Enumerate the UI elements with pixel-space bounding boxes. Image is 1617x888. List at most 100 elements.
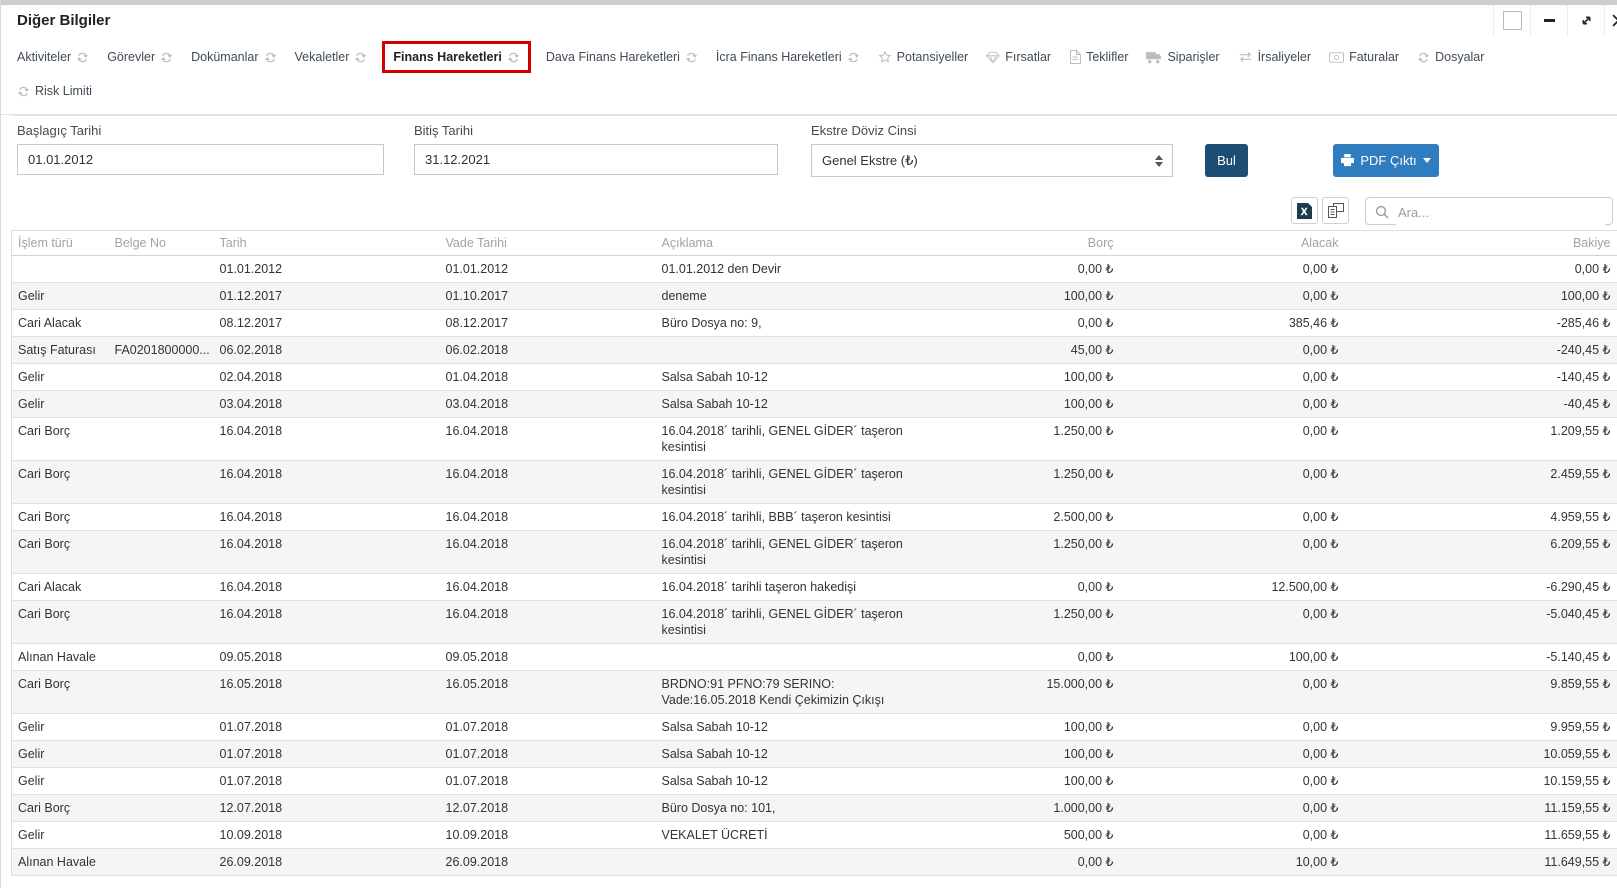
- excel-export-button[interactable]: [1291, 197, 1318, 224]
- cell-doc: [109, 504, 214, 531]
- pdf-output-button[interactable]: PDF Çıktı: [1333, 144, 1439, 177]
- cell-date: 16.04.2018: [214, 461, 440, 504]
- cell-credit: 0,00 ₺: [1122, 714, 1347, 741]
- window-controls: [1493, 5, 1617, 36]
- cell-due: 16.04.2018: [440, 531, 656, 574]
- table-row[interactable]: Cari Borç16.05.201816.05.2018BRDNO:91 PF…: [12, 671, 1617, 714]
- cell-debit: 100,00 ₺: [996, 768, 1122, 795]
- table-row[interactable]: Cari Alacak16.04.201816.04.201816.04.201…: [12, 574, 1617, 601]
- column-header-açıklama: Açıklama: [656, 231, 996, 256]
- column-chooser-button[interactable]: [1322, 197, 1349, 224]
- minimize-button[interactable]: [1530, 5, 1567, 36]
- cell-type: Cari Borç: [12, 531, 109, 574]
- table-row[interactable]: Gelir02.04.201801.04.2018Salsa Sabah 10-…: [12, 364, 1617, 391]
- cell-doc: [109, 283, 214, 310]
- cell-desc: Büro Dosya no: 9,: [656, 310, 996, 337]
- start-date-input[interactable]: [17, 144, 384, 175]
- table-row[interactable]: Cari Borç12.07.201812.07.2018Büro Dosya …: [12, 795, 1617, 822]
- close-button[interactable]: [1604, 5, 1617, 36]
- table-row[interactable]: Cari Borç16.04.201816.04.201816.04.2018´…: [12, 531, 1617, 574]
- cell-balance: -285,46 ₺: [1347, 310, 1617, 337]
- table-row[interactable]: Alınan Havale26.09.201826.09.20180,00 ₺1…: [12, 849, 1617, 876]
- cell-date: 12.07.2018: [214, 795, 440, 822]
- tab-dava-finans-hareketleri[interactable]: Dava Finans Hareketleri: [546, 50, 698, 64]
- currency-selected-value: Genel Ekstre (₺): [822, 153, 918, 169]
- refresh-icon: [264, 51, 277, 64]
- search-input[interactable]: [1396, 198, 1605, 226]
- cell-desc: [656, 849, 996, 876]
- cell-desc: 16.04.2018´ tarihli, GENEL GİDER´ taşero…: [656, 601, 996, 644]
- cell-due: 03.04.2018: [440, 391, 656, 418]
- cell-balance: 11.659,55 ₺: [1347, 822, 1617, 849]
- cell-credit: 12.500,00 ₺: [1122, 574, 1347, 601]
- table-row[interactable]: Gelir01.07.201801.07.2018Salsa Sabah 10-…: [12, 741, 1617, 768]
- cell-credit: 385,46 ₺: [1122, 310, 1347, 337]
- tab-i̇cra-finans-hareketleri[interactable]: İcra Finans Hareketleri: [716, 50, 860, 64]
- tab-dokümanlar[interactable]: Dokümanlar: [191, 50, 276, 64]
- tab-dosyalar[interactable]: Dosyalar: [1417, 50, 1484, 64]
- currency-select[interactable]: Genel Ekstre (₺): [811, 144, 1173, 177]
- restore-window-button[interactable]: [1493, 5, 1530, 36]
- expand-button[interactable]: [1567, 5, 1604, 36]
- find-button[interactable]: Bul: [1205, 144, 1248, 177]
- table-row[interactable]: 01.01.201201.01.201201.01.2012 den Devir…: [12, 256, 1617, 283]
- tab-faturalar[interactable]: Faturalar: [1329, 50, 1399, 64]
- cell-type: Gelir: [12, 822, 109, 849]
- cell-type: Cari Alacak: [12, 574, 109, 601]
- cell-date: 06.02.2018: [214, 337, 440, 364]
- cell-due: 01.07.2018: [440, 741, 656, 768]
- cell-debit: 1.250,00 ₺: [996, 418, 1122, 461]
- cell-credit: 0,00 ₺: [1122, 671, 1347, 714]
- truck-icon: [1146, 51, 1162, 64]
- table-row[interactable]: Alınan Havale09.05.201809.05.20180,00 ₺1…: [12, 644, 1617, 671]
- cell-credit: 0,00 ₺: [1122, 418, 1347, 461]
- cell-debit: 100,00 ₺: [996, 391, 1122, 418]
- table-row[interactable]: Cari Borç16.04.201816.04.201816.04.2018´…: [12, 418, 1617, 461]
- table-row[interactable]: Gelir03.04.201803.04.2018Salsa Sabah 10-…: [12, 391, 1617, 418]
- tab-teklifler[interactable]: Teklifler: [1069, 50, 1128, 64]
- cell-credit: 10,00 ₺: [1122, 849, 1347, 876]
- gem-icon: [986, 51, 1000, 64]
- cell-credit: 0,00 ₺: [1122, 795, 1347, 822]
- table-row[interactable]: Gelir10.09.201810.09.2018VEKALET ÜCRETİ5…: [12, 822, 1617, 849]
- select-spinner-icon: [1155, 155, 1163, 167]
- table-row[interactable]: Cari Borç16.04.201816.04.201816.04.2018´…: [12, 601, 1617, 644]
- tab-görevler[interactable]: Görevler: [107, 50, 173, 64]
- tab-i̇rsaliyeler[interactable]: İrsaliyeler: [1238, 50, 1312, 64]
- cell-balance: 10.059,55 ₺: [1347, 741, 1617, 768]
- start-date-label: Başlagıç Tarihi: [17, 123, 101, 138]
- cell-balance: 4.959,55 ₺: [1347, 504, 1617, 531]
- table-row[interactable]: Cari Borç16.04.201816.04.201816.04.2018´…: [12, 461, 1617, 504]
- tab-potansiyeller[interactable]: Potansiyeller: [878, 50, 969, 64]
- table-row[interactable]: Satış FaturasıFA0201800000...06.02.20180…: [12, 337, 1617, 364]
- tab-label: Dosyalar: [1435, 50, 1484, 64]
- table-row[interactable]: Gelir01.12.201701.10.2017deneme100,00 ₺0…: [12, 283, 1617, 310]
- cell-type: Cari Borç: [12, 671, 109, 714]
- table-row[interactable]: Gelir01.07.201801.07.2018Salsa Sabah 10-…: [12, 768, 1617, 795]
- end-date-input[interactable]: [414, 144, 778, 175]
- column-chooser-icon: [1328, 203, 1344, 218]
- tab-aktiviteler[interactable]: Aktiviteler: [17, 50, 89, 64]
- table-row[interactable]: Cari Alacak08.12.201708.12.2017Büro Dosy…: [12, 310, 1617, 337]
- cell-debit: 2.500,00 ₺: [996, 504, 1122, 531]
- cell-due: 16.04.2018: [440, 461, 656, 504]
- tab-risk-limiti[interactable]: Risk Limiti: [17, 84, 92, 98]
- grid-toolbar: [11, 193, 1617, 230]
- tab-siparişler[interactable]: Siparişler: [1146, 50, 1219, 64]
- tab-vekaletler[interactable]: Vekaletler: [295, 50, 368, 64]
- cell-doc: [109, 822, 214, 849]
- cell-desc: Salsa Sabah 10-12: [656, 741, 996, 768]
- tab-finans-hareketleri[interactable]: Finans Hareketleri: [382, 41, 530, 73]
- column-header-bakiye: Bakiye: [1347, 231, 1617, 256]
- cell-due: 01.07.2018: [440, 714, 656, 741]
- cell-balance: 9.959,55 ₺: [1347, 714, 1617, 741]
- tab-fırsatlar[interactable]: Fırsatlar: [986, 50, 1051, 64]
- cell-due: 01.07.2018: [440, 768, 656, 795]
- table-row[interactable]: Gelir01.07.201801.07.2018Salsa Sabah 10-…: [12, 714, 1617, 741]
- square-icon: [1503, 11, 1522, 30]
- finance-movements-grid: İşlem türüBelge NoTarihVade TarihiAçıkla…: [11, 230, 1617, 876]
- cell-due: 26.09.2018: [440, 849, 656, 876]
- cell-date: 08.12.2017: [214, 310, 440, 337]
- table-row[interactable]: Cari Borç16.04.201816.04.201816.04.2018´…: [12, 504, 1617, 531]
- cell-balance: -5.040,45 ₺: [1347, 601, 1617, 644]
